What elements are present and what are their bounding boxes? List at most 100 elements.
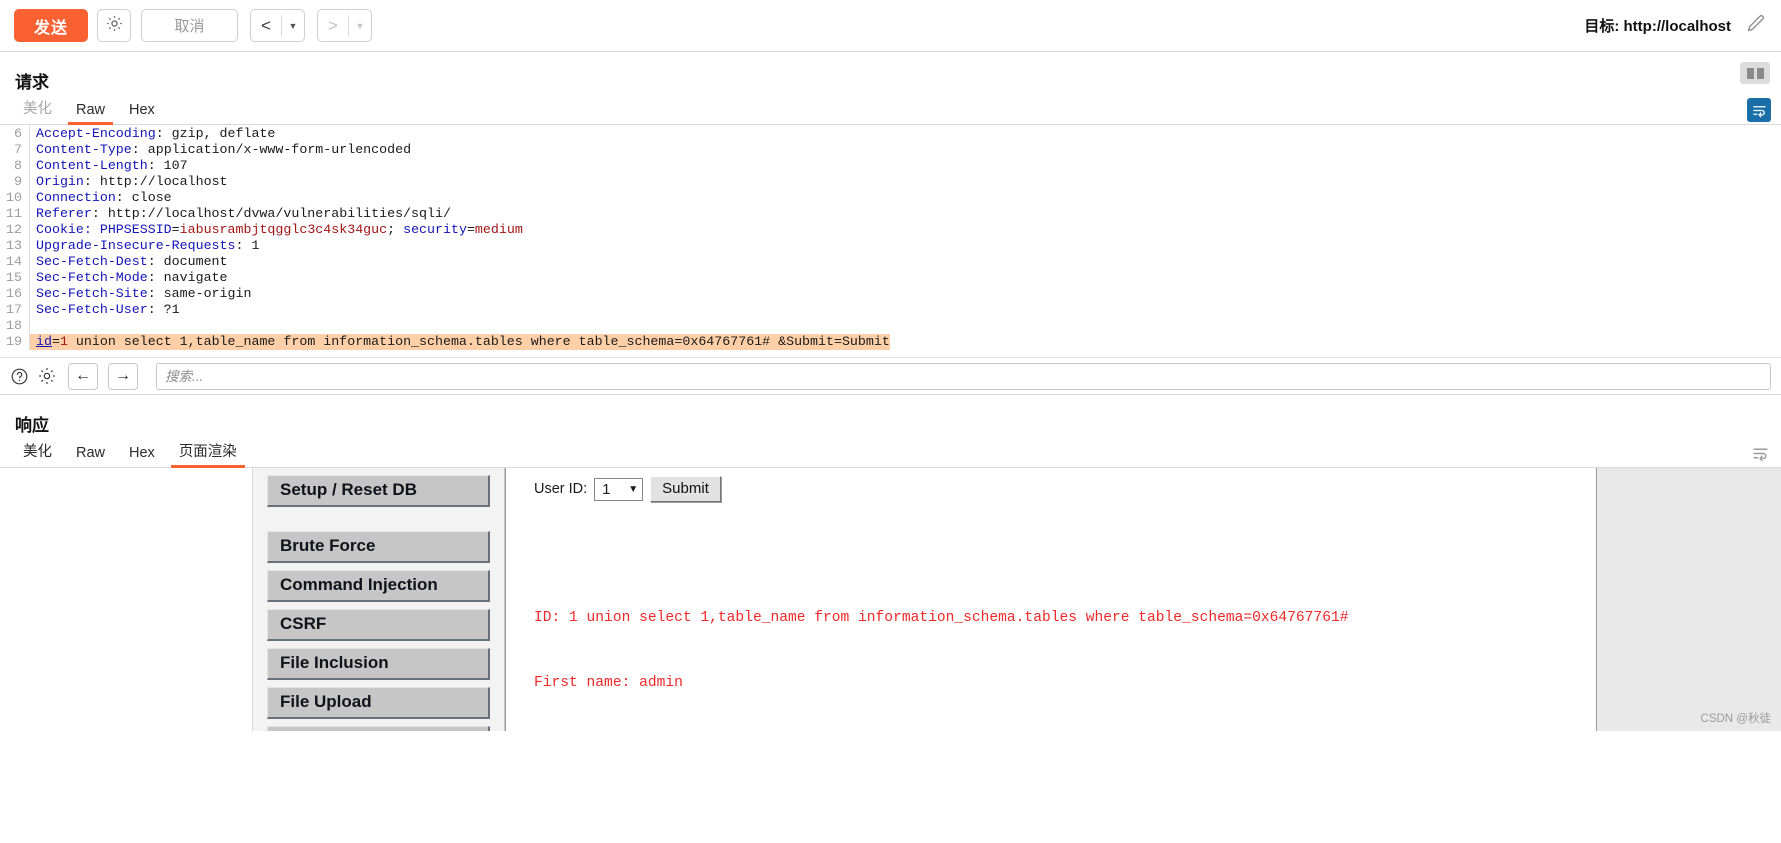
tab-raw[interactable]: Raw [64,98,117,125]
dvwa-nav-sidebar: Setup / Reset DB Brute Force Command Inj… [252,468,505,731]
header-value: 1 [243,238,260,253]
pane-right [1756,67,1764,79]
submit-button[interactable]: Submit [650,476,721,502]
search-input[interactable] [156,362,1771,390]
sqli-results: ID: 1 union select 1,table_name from inf… [534,502,1781,731]
cancel-button[interactable]: 取消 [141,9,238,42]
nav-item-brute-force[interactable]: Brute Force [267,531,490,563]
wrap-lines-icon[interactable] [1752,445,1769,467]
header-name: Cookie: [36,222,100,237]
app-root: 发送 取消 < ▼ > ▼ 目标: http://localhost 请求 美化… [0,0,1781,843]
request-tabbar: 美化 Raw Hex [0,93,1781,125]
response-title: 响应 [15,416,49,435]
line-number: 7 [0,142,30,158]
search-prev-button[interactable]: ← [68,362,98,390]
line-number: 11 [0,206,30,222]
line-content: Sec-Fetch-Site: same-origin [30,286,251,302]
help-icon[interactable] [8,365,30,387]
header-name: Origin [36,174,84,189]
code-line: 16 Sec-Fetch-Site: same-origin [0,286,1781,302]
header-value: ?1 [155,302,180,317]
header-name: Content-Length [36,158,148,173]
tab-hex[interactable]: Hex [117,441,167,467]
prev-request-button[interactable]: < ▼ [250,9,305,42]
header-name: Connection [36,190,116,205]
tab-raw[interactable]: Raw [64,441,117,467]
header-name: Referer [36,206,92,221]
sqli-form: User ID: 1 ▼ Submit [534,468,1781,502]
header-name: Accept-Encoding [36,126,156,141]
header-colon: : [147,302,156,317]
nav-item-setup-reset-db[interactable]: Setup / Reset DB [267,475,490,507]
result-row: ID: 1 union select 1,table_name from inf… [534,565,1781,731]
pane-left [1746,67,1754,79]
line-content: Sec-Fetch-User: ?1 [30,302,180,318]
line-content: Content-Type: application/x-www-form-url… [30,142,411,158]
code-line-blank: 18 [0,318,1781,334]
response-tab-actions [1752,445,1781,467]
chevron-down-icon[interactable]: ▼ [349,10,371,41]
tab-pretty[interactable]: 美化 [11,93,64,124]
line-content: Connection: close [30,190,172,206]
send-button[interactable]: 发送 [14,9,88,42]
code-line: 10 Connection: close [0,190,1781,206]
line-number: 19 [0,334,30,350]
code-line-body: 19 id=1 union select 1,table_name from i… [0,334,1781,350]
equals: = [466,222,475,237]
code-line: 14 Sec-Fetch-Dest: document [0,254,1781,270]
line-content [30,318,44,334]
header-colon: : [155,126,164,141]
header-value: same-origin [155,286,252,301]
header-colon: : [147,286,156,301]
request-editor[interactable]: 6 Accept-Encoding: gzip, deflate 7 Conte… [0,125,1781,357]
line-number: 8 [0,158,30,174]
dvwa-content-area: User ID: 1 ▼ Submit ID: 1 union select 1… [505,468,1781,731]
header-colon: : [115,190,124,205]
header-colon: : [147,158,156,173]
tab-pretty[interactable]: 美化 [11,436,64,467]
code-line: 6 Accept-Encoding: gzip, deflate [0,126,1781,142]
body-param-name: id [36,334,52,349]
split-view-icon[interactable] [1740,62,1770,84]
chevron-down-icon[interactable]: ▼ [282,10,304,41]
equals: = [51,334,60,349]
cookie-value-phpsessid: iabusrambjtqgglc3c4sk34guc [179,222,388,237]
code-line: 13 Upgrade-Insecure-Requests: 1 [0,238,1781,254]
nav-item-csrf[interactable]: CSRF [267,609,490,641]
tab-render[interactable]: 页面渲染 [167,436,249,468]
user-id-select[interactable]: 1 ▼ [594,477,644,501]
user-id-value: 1 [602,480,611,498]
line-number: 13 [0,238,30,254]
request-search-bar: ← → [0,357,1781,395]
tab-hex[interactable]: Hex [117,98,167,124]
header-value: http://localhost/dvwa/vulnerabilities/sq… [99,206,451,221]
request-title: 请求 [15,73,49,92]
line-number: 6 [0,126,30,142]
nav-item-command-injection[interactable]: Command Injection [267,570,490,602]
line-number: 9 [0,174,30,190]
cookie-value-security: medium [474,222,523,237]
pencil-icon[interactable] [1745,12,1767,39]
line-content: Accept-Encoding: gzip, deflate [30,126,275,142]
header-value: gzip, deflate [163,126,276,141]
header-name: Sec-Fetch-Dest [36,254,148,269]
nav-item-file-upload[interactable]: File Upload [267,687,490,719]
wrap-lines-icon[interactable] [1747,98,1771,122]
semicolon: ; [387,222,404,237]
cookie-key-phpsessid: PHPSESSID [99,222,172,237]
settings-button[interactable] [97,9,131,42]
header-name: Sec-Fetch-Site [36,286,148,301]
code-line: 17 Sec-Fetch-User: ?1 [0,302,1781,318]
code-line: 15 Sec-Fetch-Mode: navigate [0,270,1781,286]
header-name: Sec-Fetch-Mode [36,270,148,285]
gear-icon[interactable] [36,365,58,387]
line-number: 17 [0,302,30,318]
nav-item-insecure-captcha[interactable]: Insecure CAPTCHA [267,726,490,731]
nav-item-file-inclusion[interactable]: File Inclusion [267,648,490,680]
search-next-button[interactable]: → [108,362,138,390]
next-request-button[interactable]: > ▼ [317,9,372,42]
header-colon: : [147,270,156,285]
header-value: close [123,190,172,205]
header-value: 107 [155,158,188,173]
line-number: 16 [0,286,30,302]
